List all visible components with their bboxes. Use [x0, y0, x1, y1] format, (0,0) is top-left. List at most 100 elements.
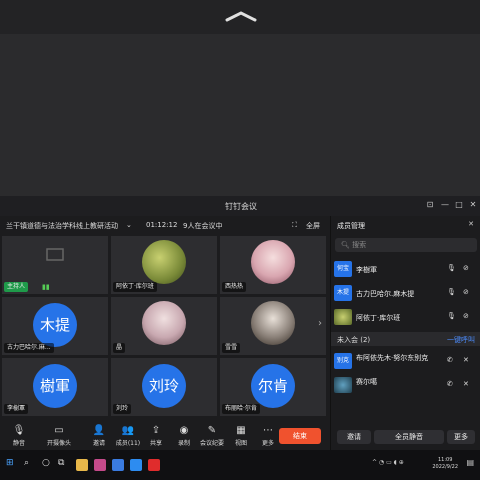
avatar: 木提	[334, 285, 352, 301]
grid-view-icon: ▦	[236, 425, 246, 436]
more-icon: ⋯	[263, 425, 273, 436]
more-button[interactable]: ⋯ 更多	[255, 424, 281, 447]
next-page-icon[interactable]: ›	[318, 318, 322, 329]
participant-name: 晶	[113, 343, 126, 353]
mic-icon[interactable]: 🎙	[447, 288, 456, 296]
record-button[interactable]: ◉ 录制	[171, 424, 197, 447]
browser-icon[interactable]	[130, 459, 142, 471]
end-button[interactable]: 结束	[279, 428, 321, 444]
close-icon[interactable]: ✕	[463, 356, 469, 364]
minimize-icon[interactable]: —	[440, 200, 450, 212]
participant-name: 雪雪	[222, 343, 241, 353]
camera-icon: ▭	[54, 425, 64, 436]
maximize-icon[interactable]: □	[454, 200, 464, 212]
folder-icon[interactable]	[76, 459, 88, 471]
video-tile[interactable]: 雪雪	[220, 297, 326, 355]
participant-name: 古力巴哈尔.麻...	[4, 343, 54, 353]
participant-name: 布丽哈·尔肯	[222, 404, 260, 414]
clock[interactable]: 11:09 2022/9/22	[432, 457, 458, 471]
close-icon[interactable]: ✕	[463, 380, 469, 388]
camera-button[interactable]: ▭ 开摄像头	[46, 424, 72, 447]
avatar: 樹軍	[33, 364, 77, 408]
chevron-down-icon[interactable]: ⌄	[126, 221, 132, 229]
notification-icon[interactable]: ▤	[466, 458, 474, 467]
clock-time: 11:09	[437, 457, 453, 463]
participant-name: 李樹軍	[4, 404, 29, 414]
avatar	[142, 301, 186, 345]
mic-icon: 🎙	[12, 425, 26, 436]
video-tile[interactable]: 西热热	[220, 236, 326, 294]
mute-button[interactable]: 🎙 静音	[6, 424, 32, 447]
phone-icon[interactable]: ✆	[447, 380, 453, 388]
wps-icon[interactable]	[148, 459, 160, 471]
participant-name: 西热热	[222, 282, 247, 292]
meeting-info-bar: 兰干镇道德与法治学科线上教研活动 ⌄ 01:12:12 9人在会议中 ⛶ 全屏	[0, 216, 330, 234]
invite-button[interactable]: 邀请	[337, 430, 371, 444]
mic-icon[interactable]: 🎙	[447, 264, 456, 272]
call-all-link[interactable]: 一键呼叫	[447, 335, 475, 345]
video-tile[interactable]: 阿依丁·库尔班	[111, 236, 217, 294]
clock-date: 2022/9/22	[432, 464, 458, 470]
view-button[interactable]: ▦ 视图	[228, 424, 254, 447]
host-badge: 主持人	[4, 282, 29, 292]
member-row[interactable]: 何宝 李樹軍 🎙 ⊘	[331, 258, 480, 280]
member-row[interactable]: 别克 布阿依先木·努尔东别克 ✆ ✕	[331, 350, 480, 372]
mute-all-button[interactable]: 全员静音	[374, 430, 444, 444]
title-bar: 钉钉会议 ⊡ — □ ✕	[0, 196, 480, 216]
member-name: 李樹軍	[356, 266, 377, 274]
mic-icon[interactable]: 🎙	[447, 312, 456, 320]
search-icon: 🔍︎	[341, 241, 353, 249]
panel-title: 成员管理	[337, 222, 365, 230]
avatar	[334, 377, 352, 393]
invite-button[interactable]: 👤 邀请	[86, 424, 112, 447]
member-name: 赛尔噶	[356, 378, 377, 386]
search-icon[interactable]: ⌕	[24, 458, 29, 468]
remote-screen-area	[0, 0, 480, 196]
share-button[interactable]: ⇪ 共享	[143, 424, 169, 447]
video-tile[interactable]: 刘玲 刘玲	[111, 358, 217, 416]
phone-icon[interactable]: ✆	[447, 356, 453, 364]
not-joined-label: 未入会 (2)	[337, 336, 371, 344]
camera-off-icon[interactable]: ⊘	[463, 264, 469, 272]
member-row[interactable]: 阿依丁·库尔班 🎙 ⊘	[331, 306, 480, 328]
video-grid: 主持人 ▮▮ 阿依丁·库尔班 西热热 木提 古力巴哈尔.麻... 晶 雪雪 樹軍…	[0, 236, 330, 416]
video-tile[interactable]: 尔肯 布丽哈·尔肯	[220, 358, 326, 416]
cortana-icon[interactable]: ○	[42, 458, 50, 468]
search-input[interactable]: 🔍︎ 搜索	[335, 238, 477, 252]
meeting-name[interactable]: 兰干镇道德与法治学科线上教研活动	[6, 221, 118, 231]
members-icon: 👥	[121, 425, 135, 436]
tray-icons[interactable]: ^ ◔ ▭ ◖ ⊕	[372, 459, 404, 466]
fullscreen-label[interactable]: 全屏	[306, 221, 320, 231]
minutes-button[interactable]: ✎ 会议纪要	[199, 424, 225, 447]
share-icon: ⇪	[151, 425, 161, 436]
camera-off-icon[interactable]: ⊘	[463, 288, 469, 296]
video-tile[interactable]: 木提 古力巴哈尔.麻...	[2, 297, 108, 355]
app-icon[interactable]	[94, 459, 106, 471]
video-tile[interactable]: 主持人 ▮▮	[2, 236, 108, 294]
member-name: 阿依丁·库尔班	[356, 314, 401, 322]
avatar: 别克	[334, 353, 352, 369]
fullscreen-icon[interactable]: ⛶	[292, 221, 297, 230]
avatar: 尔肯	[251, 364, 295, 408]
screen-share-icon	[46, 248, 64, 261]
dingtalk-icon[interactable]	[112, 459, 124, 471]
member-name: 古力巴哈尔.麻木提	[356, 290, 415, 298]
members-button[interactable]: 👥 成员(11)	[115, 424, 141, 447]
video-tile[interactable]: 晶	[111, 297, 217, 355]
windows-start-icon[interactable]: ⊞	[6, 458, 14, 468]
not-joined-section[interactable]: 未入会 (2) 一键呼叫	[331, 332, 480, 346]
close-icon[interactable]: ✕	[468, 200, 478, 212]
task-view-icon[interactable]: ⧉	[58, 458, 64, 468]
pin-icon[interactable]: ⊡	[425, 200, 435, 212]
avatar: 木提	[33, 303, 77, 347]
participant-name: 刘玲	[113, 404, 132, 414]
elapsed-time: 01:12:12	[146, 221, 178, 229]
video-tile[interactable]: 樹軍 李樹軍	[2, 358, 108, 416]
member-row[interactable]: 木提 古力巴哈尔.麻木提 🎙 ⊘	[331, 282, 480, 304]
close-icon[interactable]: ✕	[468, 220, 474, 228]
member-row[interactable]: 赛尔噶 ✆ ✕	[331, 374, 480, 396]
participant-name: 阿依丁·库尔班	[113, 282, 157, 292]
camera-off-icon[interactable]: ⊘	[463, 312, 469, 320]
more-button[interactable]: 更多	[447, 430, 475, 444]
chevron-up-icon[interactable]	[224, 10, 258, 22]
